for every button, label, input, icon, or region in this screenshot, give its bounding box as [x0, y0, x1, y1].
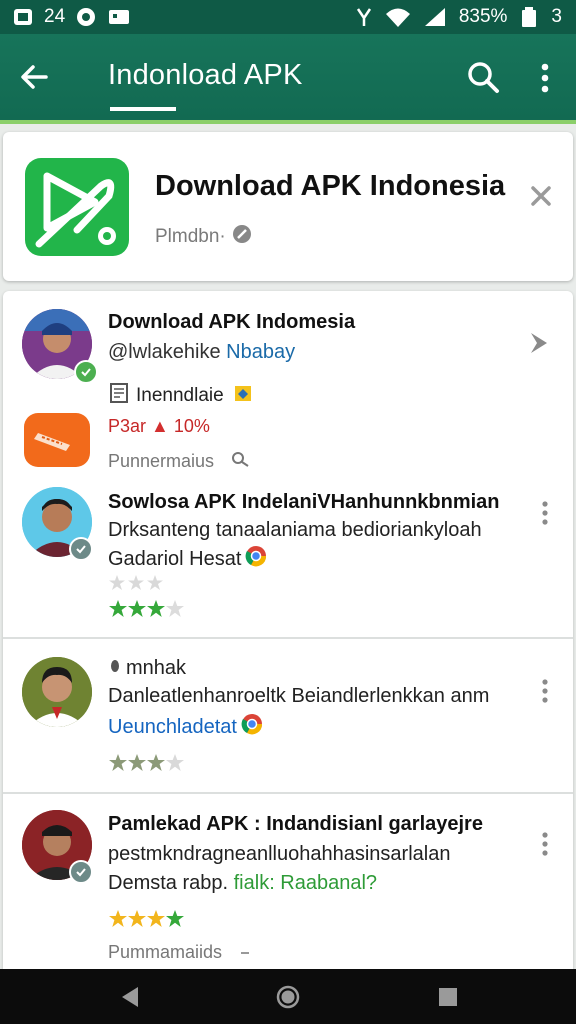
notification-icon: [12, 6, 34, 28]
share-icon: [240, 942, 250, 963]
item-handle-link[interactable]: Nbabay: [226, 341, 295, 363]
message-icon: [107, 7, 131, 27]
header-title: Download APK Indonesia: [155, 170, 506, 202]
item-description: Drksanteng tanaalaniama bedioriankyloah: [108, 519, 482, 541]
verified-badge-icon: [69, 860, 93, 884]
status-bar: 24 835% 3: [0, 0, 576, 34]
item-promo-value: 10%: [173, 416, 210, 436]
open-arrow-icon[interactable]: [525, 329, 553, 362]
app-logo-icon: [25, 158, 129, 256]
item-title: Download APK Indomesia: [108, 311, 356, 333]
star-icons: [109, 910, 184, 927]
chrome-icon: [241, 713, 263, 741]
item-header-row: mnhak: [110, 657, 186, 680]
star-icons: [109, 754, 184, 771]
item-sub-label: Inenndlaie: [136, 384, 224, 406]
app-bar: Indonload APK: [0, 34, 576, 120]
title-underline: [110, 107, 176, 111]
header-subtitle: Plmdbn·: [155, 224, 252, 250]
search-icon[interactable]: [466, 60, 500, 94]
star-icons: [109, 575, 163, 590]
item-description: pestmkndragneanlluohahhasinsarlalan: [108, 843, 451, 865]
app-header-card[interactable]: Download APK Indonesia Plmdbn·: [3, 132, 573, 281]
chrome-icon: [245, 545, 267, 573]
wifi-icon: [385, 6, 411, 28]
recents-square-icon[interactable]: [437, 986, 459, 1013]
list-item[interactable]: Pamlekad APK : Indandisianl garlayejre p…: [3, 794, 573, 971]
item-promo: P3ar ▲ 10%: [108, 416, 210, 437]
verified-badge-icon: [74, 360, 98, 384]
document-icon: [110, 383, 128, 408]
coupon-icon: [24, 413, 90, 467]
back-triangle-icon[interactable]: [118, 985, 142, 1014]
avatar: [22, 657, 92, 727]
item-sub-row: Inenndlaie: [110, 382, 254, 409]
back-arrow-icon[interactable]: [18, 60, 52, 94]
item-more-icon[interactable]: [539, 499, 551, 529]
item-line3: Gadariol Hesat: [108, 545, 267, 573]
item-title: Pamlekad APK : Indandisianl garlayejre: [108, 813, 483, 835]
list-item[interactable]: Sowlosa APK IndelaniVHanhunnkbnmian Drks…: [3, 481, 573, 639]
item-handle-text: @lwlakehike: [108, 341, 221, 363]
item-more-icon[interactable]: [539, 830, 551, 860]
dot-icon: [110, 657, 120, 680]
item-handle: @lwlakehike Nbabay: [108, 341, 295, 364]
fire-icon: ▲: [151, 416, 169, 436]
rating-stars: [109, 753, 187, 773]
rating-stars: [109, 599, 187, 619]
vibrate-icon: [355, 6, 373, 28]
status-time: 24: [44, 6, 66, 27]
header-subtitle-text: Plmdbn·: [155, 226, 226, 247]
shop-badge-icon: [232, 382, 254, 409]
star-icons: [109, 600, 184, 617]
item-description: Danleatlenhanroeltk Beiandlerlenkkan anm: [108, 685, 490, 707]
rating-stars: [109, 909, 187, 929]
item-line3-text: Demsta rabp.: [108, 872, 229, 894]
verified-badge-icon: [69, 537, 93, 561]
item-line3-link[interactable]: fialk: Raabanal?: [234, 872, 377, 894]
home-circle-icon[interactable]: [276, 985, 300, 1014]
item-meta-text: Punnermaius: [108, 451, 215, 471]
battery-icon: [519, 6, 539, 28]
photo-icon: [75, 6, 97, 28]
close-icon[interactable]: [527, 182, 555, 210]
item-meta-text: Pummamaiids: [108, 942, 223, 962]
more-vert-icon[interactable]: [532, 62, 558, 94]
list-item[interactable]: mnhak Danleatlenhanroeltk Beiandlerlenkk…: [3, 639, 573, 794]
navigation-bar: [0, 969, 576, 1024]
item-title: Sowlosa APK IndelaniVHanhunnkbnmian: [108, 491, 500, 513]
item-line3-text: Gadariol Hesat: [108, 547, 242, 570]
item-meta: Punnermaius: [108, 450, 252, 473]
item-meta: Pummamaiids: [108, 942, 250, 963]
list-item[interactable]: Download APK Indomesia @lwlakehike Nbaba…: [3, 291, 573, 491]
results-list: Download APK Indomesia @lwlakehike Nbaba…: [3, 291, 573, 971]
item-header-text: mnhak: [126, 657, 187, 679]
item-more-icon[interactable]: [539, 677, 551, 707]
item-promo-label: P3ar: [108, 416, 147, 436]
item-line3: Demsta rabp. fialk: Raabanal?: [108, 872, 377, 895]
app-bar-title: Indonload APK: [108, 59, 303, 91]
battery-text: 835%: [458, 6, 508, 27]
item-line3: Ueunchladetat: [108, 713, 263, 741]
item-line3-text: Ueunchladetat: [108, 715, 237, 738]
link-icon: [232, 224, 252, 250]
accent-line: [0, 120, 576, 124]
zoom-icon: [230, 450, 252, 473]
signal-icon: [423, 6, 447, 28]
status-extra: 3: [551, 6, 562, 27]
rating-stars-top: [109, 574, 167, 592]
